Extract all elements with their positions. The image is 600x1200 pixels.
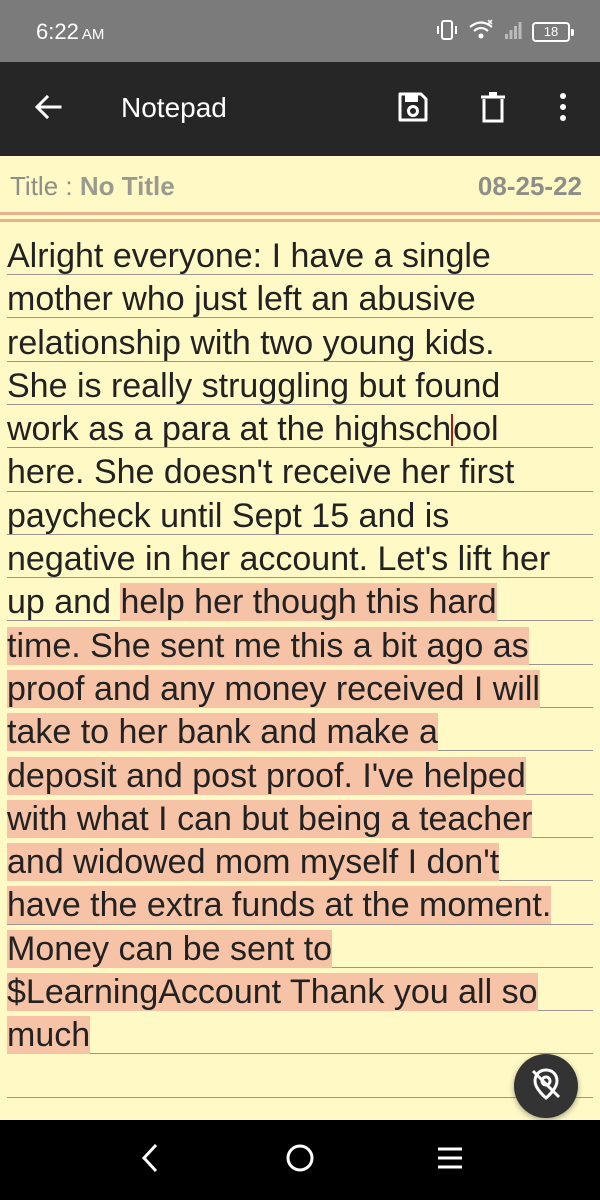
note-line-text: work as a para at the highsch (7, 410, 452, 449)
note-line: paycheck until Sept 15 and is (7, 495, 600, 538)
delete-button[interactable] (471, 87, 515, 131)
nav-recents-icon (436, 1146, 464, 1175)
pin-toggle-button[interactable] (514, 1054, 578, 1118)
app-title: Notepad (121, 92, 227, 123)
save-icon (397, 91, 429, 128)
highlighted-text: $LearningAccount Thank you all so (7, 973, 538, 1012)
battery-icon: 18 (532, 22, 574, 42)
delete-icon (479, 91, 507, 128)
ruled-line (7, 1096, 593, 1098)
note-line: with what I can but being a teacher (7, 798, 600, 841)
note-line: Alright everyone: I have a single (7, 235, 600, 278)
note-line: work as a para at the highschool (7, 408, 600, 451)
note-line: take to her bank and make a (7, 711, 600, 754)
highlighted-text: help her though this hard (120, 583, 497, 622)
status-time: 6:22 AM (36, 19, 104, 45)
navigation-bar (0, 1120, 600, 1200)
note-line: Money can be sent to (7, 928, 600, 971)
vibrate-icon (436, 18, 458, 47)
note-line: proof and any money received I will (7, 668, 600, 711)
note-line-text: negative in her account. Let's lift her (7, 540, 551, 579)
status-icons: 18 (436, 18, 574, 47)
note-line-text: Alright everyone: I have a single (7, 237, 491, 275)
more-options-button[interactable] (541, 87, 585, 131)
status-time-value: 6:22 (36, 19, 79, 44)
highlighted-text: time. She sent me this a bit ago as (7, 626, 529, 665)
note-line: and widowed mom myself I don't (7, 841, 600, 884)
note-line: time. She sent me this a bit ago as (7, 625, 600, 668)
app-bar: Notepad (0, 62, 600, 156)
note-text[interactable]: Alright everyone: I have a single mother … (0, 235, 600, 1058)
note-line: have the extra funds at the moment. (7, 884, 600, 927)
note-line: $LearningAccount Thank you all so (7, 971, 600, 1014)
note-line: mother who just left an abusive (7, 278, 600, 321)
highlighted-text: take to her bank and make a (7, 713, 438, 752)
note-title-field[interactable]: Title : No Title (10, 171, 175, 202)
note-title-label: Title : (10, 171, 73, 201)
title-divider (0, 212, 600, 215)
highlighted-text: and widowed mom myself I don't (7, 843, 500, 882)
more-vert-icon (558, 92, 568, 127)
highlighted-text: with what I can but being a teacher (7, 799, 533, 838)
title-divider (0, 219, 600, 222)
highlighted-text: deposit and post proof. I've helped (7, 756, 526, 795)
note-line-text: mother who just left an abusive (7, 280, 476, 319)
note-title-value: No Title (79, 171, 175, 201)
note-line: here. She doesn't receive her first (7, 451, 600, 494)
back-arrow-icon (33, 92, 63, 127)
wifi-icon (468, 18, 494, 46)
note-line: up and help her though this hard (7, 581, 600, 624)
note-line-text: relationship with two young kids. (7, 323, 495, 362)
highlighted-text: proof and any money received I will (7, 669, 540, 708)
status-bar: 6:22 AM 18 (0, 0, 600, 62)
pin-off-icon (528, 1066, 564, 1107)
nav-recents-button[interactable] (428, 1138, 472, 1182)
note-line-text: paycheck until Sept 15 and is (7, 496, 450, 535)
note-line-text: She is really struggling but found (7, 366, 501, 405)
nav-back-button[interactable] (128, 1138, 172, 1182)
highlighted-text: Money can be sent to (7, 929, 333, 968)
note-title-row: Title : No Title 08-25-22 (0, 156, 600, 212)
note-line: deposit and post proof. I've helped (7, 755, 600, 798)
note-line-text: ool (453, 410, 499, 449)
note-line-text: up and (7, 583, 121, 622)
note-line: negative in her account. Let's lift her (7, 538, 600, 581)
note-date: 08-25-22 (477, 171, 582, 201)
highlighted-text: much (7, 1016, 91, 1055)
note-line: She is really struggling but found (7, 365, 600, 408)
highlighted-text: have the extra funds at the moment. (7, 886, 552, 925)
back-button[interactable] (26, 87, 70, 131)
status-time-ampm: AM (81, 26, 105, 43)
note-line: much (7, 1014, 600, 1057)
nav-home-icon (285, 1143, 315, 1178)
signal-icon (504, 20, 522, 45)
save-button[interactable] (391, 87, 435, 131)
nav-home-button[interactable] (278, 1138, 322, 1182)
nav-back-icon (140, 1142, 160, 1179)
note-line: relationship with two young kids. (7, 322, 600, 365)
note-body-editor[interactable]: Alright everyone: I have a single mother … (0, 235, 600, 1120)
note-line-text: here. She doesn't receive her first (7, 453, 515, 492)
